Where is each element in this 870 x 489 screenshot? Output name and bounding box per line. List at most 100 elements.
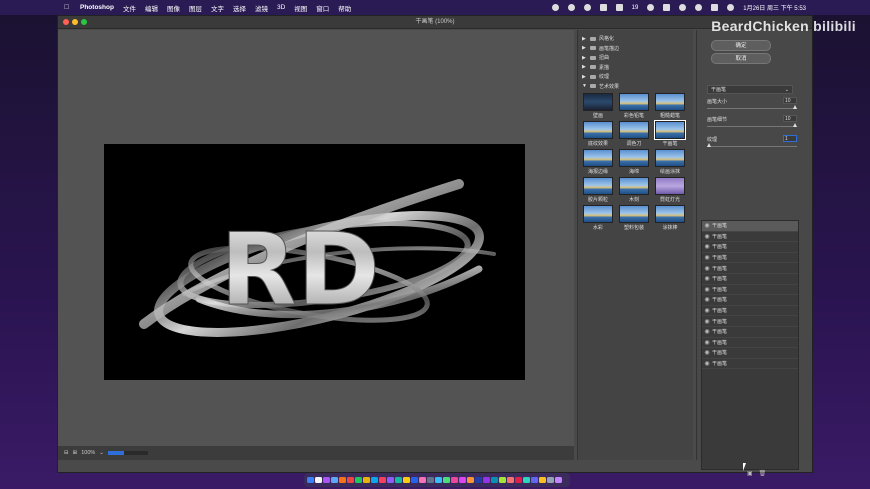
menu-select[interactable]: 选择 — [233, 3, 246, 13]
filter-thumb[interactable]: 调色刀 — [619, 121, 649, 147]
visibility-eye-icon[interactable]: ◉ — [702, 243, 712, 250]
dock-app-icon[interactable] — [371, 476, 378, 484]
wifi-icon[interactable] — [679, 4, 687, 11]
dock-app-icon[interactable] — [507, 476, 514, 484]
effect-layer-row[interactable]: ◉ 干画笔 — [702, 285, 798, 296]
visibility-eye-icon[interactable]: ◉ — [702, 296, 712, 303]
effect-layer-row[interactable]: ◉ 干画笔 — [702, 232, 798, 243]
dock-app-icon[interactable] — [419, 476, 426, 484]
visibility-eye-icon[interactable]: ◉ — [702, 360, 712, 367]
dock-app-icon[interactable] — [483, 476, 490, 484]
visibility-eye-icon[interactable]: ◉ — [702, 318, 712, 325]
visibility-eye-icon[interactable]: ◉ — [702, 254, 712, 261]
close-window-button[interactable] — [63, 19, 69, 25]
menu-type[interactable]: 文字 — [211, 3, 224, 13]
dock-app-icon[interactable] — [539, 476, 546, 484]
dock-app-icon[interactable] — [315, 476, 322, 484]
menu-help[interactable]: 帮助 — [338, 3, 351, 13]
dock-app-icon[interactable] — [355, 476, 362, 484]
filter-thumb[interactable]: 海绵 — [619, 149, 649, 175]
slider-knob[interactable] — [793, 105, 797, 109]
effect-layer-row[interactable]: ◉ 干画笔 — [702, 253, 798, 264]
dock-app-icon[interactable] — [451, 476, 458, 484]
dock-app-icon[interactable] — [435, 476, 442, 484]
filter-thumb[interactable]: 干画笔 — [654, 120, 686, 147]
dock-app-icon[interactable] — [491, 476, 498, 484]
menu-3d[interactable]: 3D — [277, 4, 285, 11]
dock-app-icon[interactable] — [555, 476, 562, 484]
effect-layer-row[interactable]: ◉ 干画笔 — [702, 348, 798, 359]
cancel-button[interactable]: 取消 — [711, 53, 771, 64]
slider-knob[interactable] — [707, 143, 711, 147]
menu-app-name[interactable]: Photoshop — [80, 4, 114, 11]
dock-app-icon[interactable] — [427, 476, 434, 484]
new-effect-layer-icon[interactable]: ▣ — [747, 470, 753, 477]
globe-icon[interactable] — [583, 4, 591, 11]
filter-thumb[interactable]: 胶片颗粒 — [583, 177, 613, 203]
effect-layer-row[interactable]: ◉ 干画笔 — [702, 221, 798, 232]
dock-app-icon[interactable] — [531, 476, 538, 484]
visibility-eye-icon[interactable]: ◉ — [702, 275, 712, 282]
dock-app-icon[interactable] — [443, 476, 450, 484]
dock-app-icon[interactable] — [379, 476, 386, 484]
dock-app-icon[interactable] — [475, 476, 482, 484]
visibility-eye-icon[interactable]: ◉ — [702, 286, 712, 293]
dock-app-icon[interactable] — [523, 476, 530, 484]
cloud-icon[interactable] — [567, 4, 575, 11]
visibility-eye-icon[interactable]: ◉ — [702, 339, 712, 346]
minimize-window-button[interactable] — [72, 19, 78, 25]
param-slider[interactable] — [707, 108, 797, 109]
control-center-icon[interactable] — [711, 4, 719, 11]
effect-layer-row[interactable]: ◉ 干画笔 — [702, 263, 798, 274]
visibility-eye-icon[interactable]: ◉ — [702, 349, 712, 356]
dock-app-icon[interactable] — [499, 476, 506, 484]
dock-app-icon[interactable] — [467, 476, 474, 484]
dock-app-icon[interactable] — [323, 476, 330, 484]
menu-filter[interactable]: 滤镜 — [255, 3, 268, 13]
category-sketch[interactable]: ▶ 素描 — [578, 63, 693, 73]
zoom-window-button[interactable] — [81, 19, 87, 25]
filter-thumb[interactable]: 彩色铅笔 — [619, 93, 649, 119]
visibility-eye-icon[interactable]: ◉ — [702, 307, 712, 314]
dock-app-icon[interactable] — [411, 476, 418, 484]
filter-thumb[interactable]: 霓虹灯光 — [655, 177, 685, 203]
zoom-dropdown-icon[interactable]: ⌄ — [99, 450, 104, 456]
effect-layer-row[interactable]: ◉ 干画笔 — [702, 316, 798, 327]
menu-file[interactable]: 文件 — [123, 3, 136, 13]
dock-app-icon[interactable] — [387, 476, 394, 484]
menu-view[interactable]: 视图 — [294, 3, 307, 13]
control-icon[interactable] — [647, 4, 655, 11]
filter-thumb[interactable]: 粗糙蜡笔 — [655, 93, 685, 119]
dock-app-icon[interactable] — [347, 476, 354, 484]
filter-thumb[interactable]: 壁画 — [583, 93, 613, 119]
dock-app-icon[interactable] — [459, 476, 466, 484]
menu-layer[interactable]: 图层 — [189, 3, 202, 13]
dock-app-icon[interactable] — [515, 476, 522, 484]
visibility-eye-icon[interactable]: ◉ — [702, 328, 712, 335]
share-icon[interactable] — [599, 4, 607, 11]
preview-area[interactable]: RD ⊟ ⊞ 100% ⌄ — [58, 30, 574, 460]
dock-app-icon[interactable] — [339, 476, 346, 484]
visibility-eye-icon[interactable]: ◉ — [702, 265, 712, 272]
effect-layer-row[interactable]: ◉ 干画笔 — [702, 274, 798, 285]
zoom-level[interactable]: 100% — [81, 450, 95, 456]
param-value-input[interactable]: 1 — [783, 135, 797, 142]
filter-thumb[interactable]: 水彩 — [583, 205, 613, 231]
display-icon[interactable] — [663, 4, 671, 11]
effect-layer-row[interactable]: ◉ 干画笔 — [702, 359, 798, 370]
category-artistic[interactable]: ▼ 艺术效果 — [578, 82, 693, 92]
filter-thumb[interactable]: 绘画涂抹 — [655, 149, 685, 175]
param-slider[interactable] — [707, 126, 797, 127]
filter-thumb[interactable]: 木刻 — [619, 177, 649, 203]
dock-app-icon[interactable] — [307, 476, 314, 484]
battery-indicator[interactable]: 19 — [632, 5, 639, 11]
param-value-input[interactable]: 10 — [783, 115, 797, 122]
delete-effect-layer-icon[interactable]: 🗑 — [759, 470, 767, 477]
param-slider[interactable] — [707, 146, 797, 147]
filter-select[interactable]: 干画笔 ⌄ — [707, 85, 793, 94]
dock-app-icon[interactable] — [395, 476, 402, 484]
input-method-icon[interactable] — [615, 4, 623, 11]
zoom-out-button[interactable]: ⊟ — [64, 450, 69, 456]
effect-layer-row[interactable]: ◉ 干画笔 — [702, 306, 798, 317]
category-stylize[interactable]: ▶ 风格化 — [578, 34, 693, 44]
